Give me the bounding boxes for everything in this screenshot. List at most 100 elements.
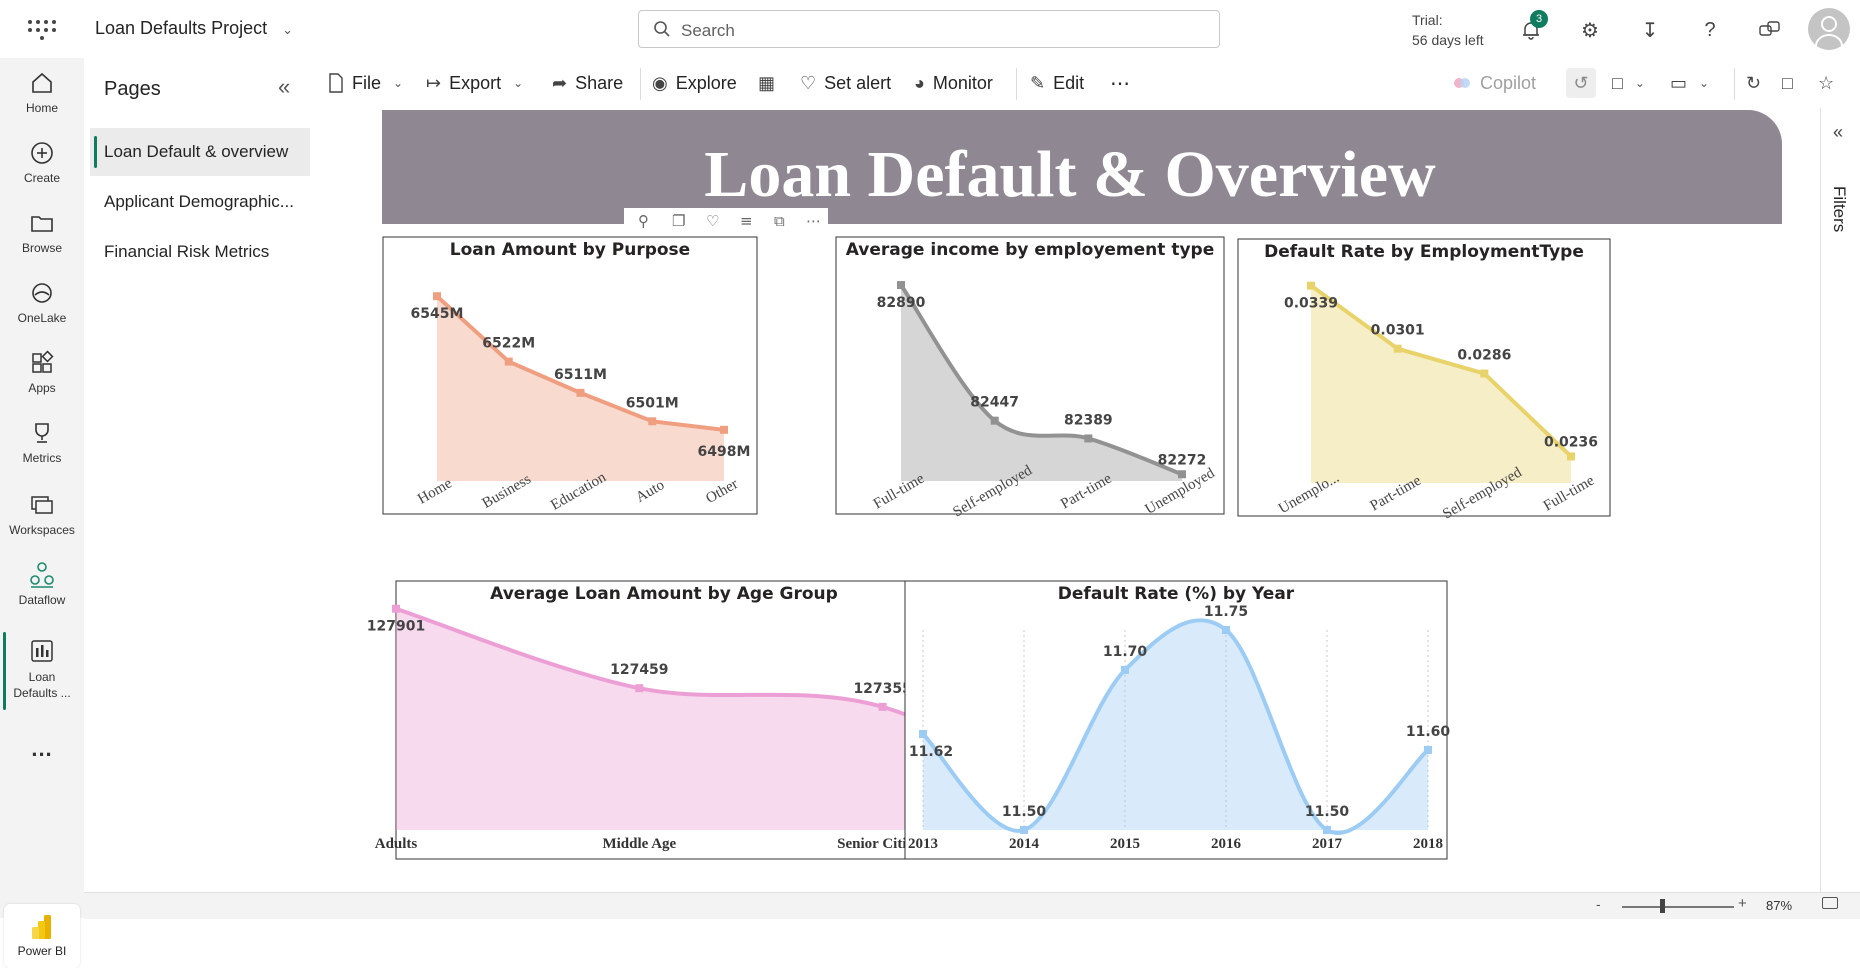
page-tab-applicant-demographics[interactable]: Applicant Demographic... xyxy=(90,178,310,226)
data-point xyxy=(1323,826,1331,834)
copilot-button[interactable]: Copilot xyxy=(1452,58,1536,108)
trial-days-left: 56 days left xyxy=(1412,32,1484,48)
file-label: File xyxy=(352,72,382,93)
copy-icon[interactable]: ❐ xyxy=(672,212,685,230)
powerbi-switcher[interactable]: Power BI xyxy=(4,904,80,968)
x-tick-label: 2014 xyxy=(1009,836,1040,852)
nav-browse[interactable]: Browse xyxy=(0,208,84,255)
app-launcher-icon[interactable] xyxy=(28,16,56,44)
data-point xyxy=(1178,470,1186,479)
chart-title: Default Rate (%) by Year xyxy=(1058,584,1295,604)
bookmark-icon: □ xyxy=(1612,72,1623,93)
toolbar-divider xyxy=(1734,68,1735,100)
report-toolbar: File ⌄ ↦ Export ⌄ ➦ Share ◉ Explore ▦ ♡ Se… xyxy=(316,58,1860,109)
search-box[interactable]: Search xyxy=(638,10,1220,48)
notification-count-badge: 3 xyxy=(1530,10,1548,28)
data-label: 6501M xyxy=(626,395,679,411)
nav-home[interactable]: Home xyxy=(0,68,84,115)
export-menu-button[interactable]: ↦ Export ⌄ xyxy=(426,58,523,108)
data-point xyxy=(1020,826,1028,834)
nav-metrics[interactable]: Metrics xyxy=(0,418,84,465)
data-label: 0.0339 xyxy=(1284,296,1338,312)
user-avatar[interactable] xyxy=(1808,8,1850,50)
add-to-calendar-button[interactable]: ▦ xyxy=(758,58,775,108)
data-point xyxy=(1307,281,1315,290)
filters-label[interactable]: Filters xyxy=(1829,186,1849,232)
zoom-slider-track[interactable] xyxy=(1622,906,1734,908)
pin-icon[interactable]: ⚲ xyxy=(638,212,649,230)
report-canvas: Loan Default & Overview ⚲ ❐ ♡ ≡ ⧉ ⋯ Loan… xyxy=(316,108,1820,892)
nav-apps[interactable]: Apps xyxy=(0,348,84,395)
nav-more-button[interactable]: ... xyxy=(0,736,84,762)
nav-onelake[interactable]: OneLake xyxy=(0,278,84,325)
data-label: 82389 xyxy=(1064,412,1113,428)
data-point xyxy=(897,281,905,290)
data-point xyxy=(1222,626,1230,634)
gauge-icon: ◕ xyxy=(914,72,925,93)
monitor-button[interactable]: ◕ Monitor xyxy=(914,58,993,108)
x-tick-label: Adults xyxy=(375,836,418,852)
workspace-title-button[interactable]: Loan Defaults Project ⌄ xyxy=(95,18,293,39)
view-menu-button[interactable]: ▭ ⌄ xyxy=(1670,58,1709,108)
edit-button[interactable]: ✎ Edit xyxy=(1030,58,1084,108)
data-point xyxy=(1480,369,1489,378)
chart-title: Loan Amount by Purpose xyxy=(450,240,690,260)
undo-button[interactable]: ↺ xyxy=(1566,58,1596,108)
page-tab-loan-default-overview[interactable]: Loan Default & overview xyxy=(90,128,310,176)
nav-workspaces[interactable]: Workspaces xyxy=(0,490,84,537)
refresh-icon[interactable]: ↻ xyxy=(1746,58,1761,108)
collapse-pages-icon[interactable]: « xyxy=(278,74,290,100)
data-point xyxy=(990,416,999,425)
pencil-icon: ✎ xyxy=(1030,72,1046,93)
charts-group: Loan Amount by Purpose6545MHome6522MBusi… xyxy=(367,236,1611,860)
expand-filters-icon[interactable]: « xyxy=(1833,122,1843,143)
nav-workspaces-label: Workspaces xyxy=(9,523,75,537)
page-tab-financial-risk-metrics[interactable]: Financial Risk Metrics xyxy=(90,228,310,276)
filter-icon[interactable]: ≡ xyxy=(740,212,753,230)
share-button[interactable]: ➦ Share xyxy=(552,58,623,108)
data-label: 127355 xyxy=(853,681,911,697)
report-svg: Loan Default & Overview ⚲ ❐ ♡ ≡ ⧉ ⋯ Loan… xyxy=(367,110,1782,860)
nav-loan-defaults-report[interactable]: Loan Defaults ... xyxy=(0,636,84,701)
file-menu-button[interactable]: File ⌄ xyxy=(328,58,403,108)
search-icon xyxy=(654,21,670,37)
data-point xyxy=(1424,746,1432,754)
bell-icon: ♡ xyxy=(800,72,817,93)
export-label: Export xyxy=(449,72,502,93)
dataflow-icon xyxy=(30,562,54,588)
top-bar: Loan Defaults Project ⌄ Search Trial: 56… xyxy=(0,0,1860,59)
nav-dataflow[interactable]: Dataflow xyxy=(0,560,84,607)
edit-label: Edit xyxy=(1053,72,1085,93)
data-point xyxy=(433,292,441,301)
data-label: 11.60 xyxy=(1406,724,1451,740)
zoom-slider-thumb[interactable] xyxy=(1660,899,1665,913)
monitor-label: Monitor xyxy=(932,72,993,93)
fit-to-page-icon[interactable] xyxy=(1822,897,1838,909)
more-options-icon[interactable]: ⋯ xyxy=(1110,58,1132,108)
visual-more-options-icon[interactable]: ⋯ xyxy=(806,212,821,230)
undo-icon: ↺ xyxy=(1566,68,1596,98)
favorite-star-icon[interactable]: ☆ xyxy=(1818,58,1834,108)
alert-bell-icon[interactable]: ♡ xyxy=(706,212,719,230)
nav-create[interactable]: Create xyxy=(0,138,84,185)
data-label: 11.75 xyxy=(1204,604,1248,620)
copilot-icon xyxy=(1454,78,1470,88)
data-label: 11.50 xyxy=(1002,804,1047,820)
focus-mode-icon[interactable]: ⧉ xyxy=(774,212,785,230)
feedback-icon[interactable] xyxy=(1754,14,1786,46)
data-point xyxy=(919,730,927,738)
zoom-out-button[interactable]: - xyxy=(1596,896,1601,912)
settings-gear-icon[interactable]: ⚙ xyxy=(1574,14,1606,46)
explore-button[interactable]: ◉ Explore xyxy=(652,58,737,108)
set-alert-button[interactable]: ♡ Set alert xyxy=(800,58,891,108)
download-icon[interactable]: ↧ xyxy=(1634,14,1666,46)
trophy-icon xyxy=(35,423,49,443)
help-icon[interactable]: ? xyxy=(1694,14,1726,46)
chart-title: Average Loan Amount by Age Group xyxy=(490,584,838,604)
comment-icon[interactable]: □ xyxy=(1782,58,1793,108)
zoom-in-button[interactable]: + xyxy=(1738,895,1747,912)
bookmark-menu-button[interactable]: □ ⌄ xyxy=(1612,58,1645,108)
nav-apps-label: Apps xyxy=(28,381,56,395)
data-point xyxy=(878,702,887,711)
nav-dataflow-label: Dataflow xyxy=(18,593,66,607)
